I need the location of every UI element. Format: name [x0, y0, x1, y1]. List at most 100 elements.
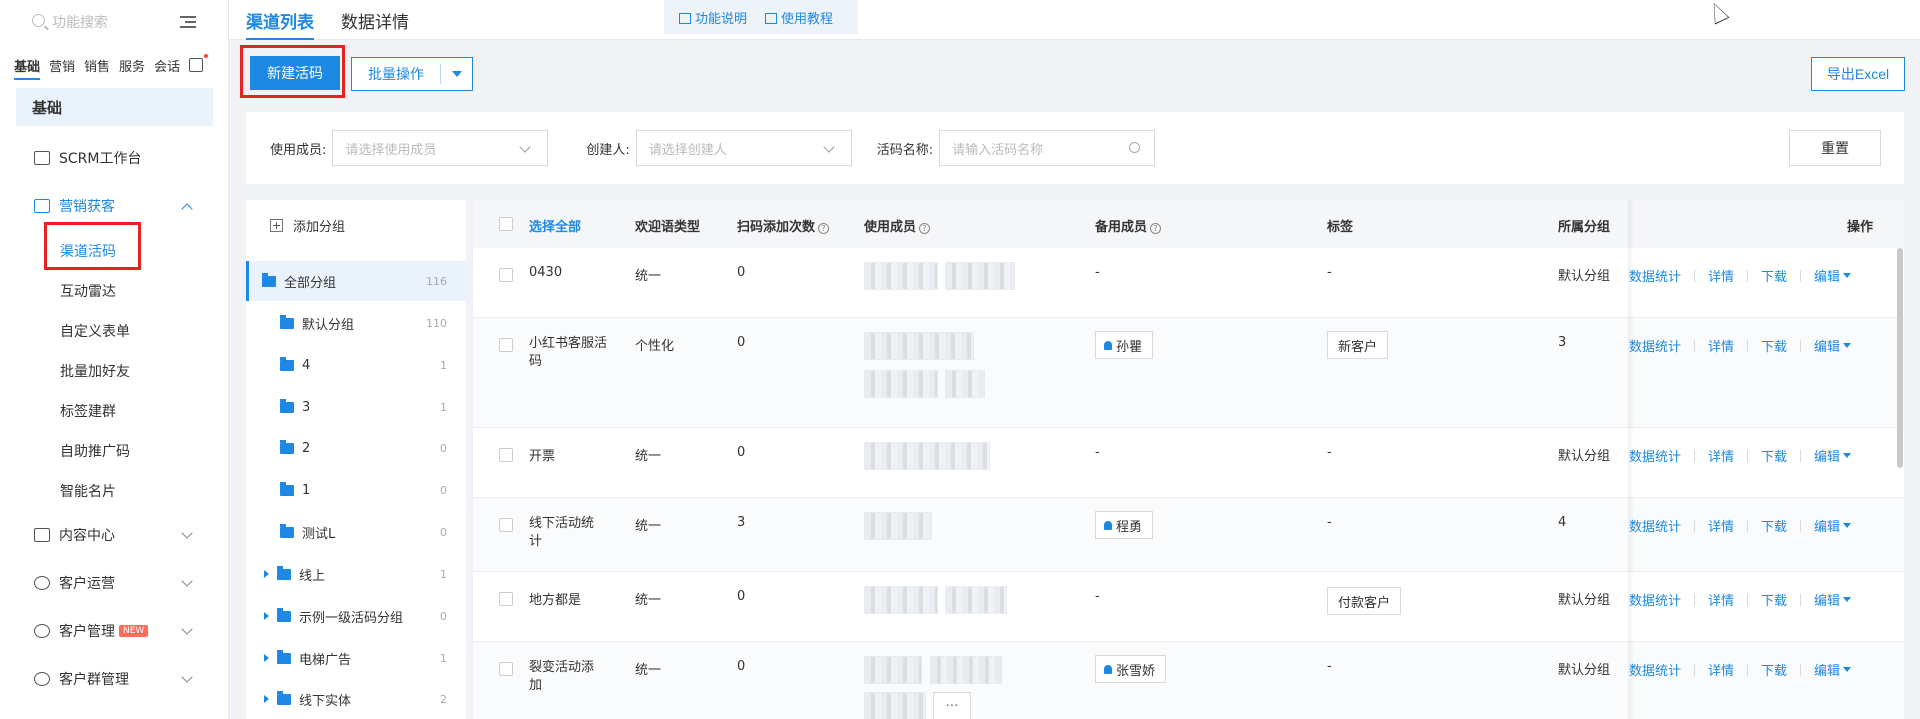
download-link[interactable]: 下载: [1761, 516, 1787, 535]
more-members-button[interactable]: ...: [933, 692, 971, 719]
name-input[interactable]: 请输入活码名称: [939, 130, 1156, 166]
group-item[interactable]: 3 1: [246, 387, 466, 427]
batch-ops-button[interactable]: 批量操作: [351, 57, 473, 91]
sidebar-item-customer-mgmt[interactable]: 客户管理 NEW: [34, 621, 149, 641]
caret-down-icon[interactable]: [452, 71, 462, 77]
group-item[interactable]: 线上 1: [246, 554, 466, 594]
question-icon[interactable]: ?: [919, 223, 931, 234]
vertical-scrollbar[interactable]: [1897, 248, 1903, 468]
edit-link[interactable]: 编辑: [1814, 590, 1840, 609]
caret-down-icon[interactable]: [1843, 523, 1852, 528]
stats-link[interactable]: 数据统计: [1629, 266, 1681, 285]
stats-link[interactable]: 数据统计: [1629, 660, 1681, 679]
search-input[interactable]: 功能搜索: [52, 12, 108, 32]
caret-down-icon[interactable]: [1843, 597, 1852, 602]
sidebar-item-content[interactable]: 内容中心: [34, 525, 115, 545]
sub-item-radar[interactable]: 互动雷达: [60, 281, 116, 301]
sidebar-item-marketing[interactable]: 营销获客: [34, 196, 115, 216]
detail-link[interactable]: 详情: [1708, 446, 1734, 465]
tab-sales[interactable]: 销售: [84, 56, 110, 80]
sub-item-tag-group[interactable]: 标签建群: [60, 401, 116, 421]
group-item[interactable]: 全部分组 116: [246, 261, 466, 301]
chevron-up-icon[interactable]: [181, 203, 193, 215]
add-group-button[interactable]: 添加分组: [270, 216, 345, 235]
detail-link[interactable]: 详情: [1708, 590, 1734, 609]
download-link[interactable]: 下载: [1761, 266, 1787, 285]
export-excel-button[interactable]: 导出Excel: [1811, 57, 1905, 91]
question-icon[interactable]: ?: [818, 223, 830, 234]
member-select[interactable]: 请选择使用成员: [332, 130, 549, 166]
sub-item-card[interactable]: 智能名片: [60, 481, 116, 501]
detail-link[interactable]: 详情: [1708, 266, 1734, 285]
tab-basic[interactable]: 基础: [14, 56, 41, 80]
caret-right-icon[interactable]: [264, 612, 269, 620]
select-all-dropdown[interactable]: 选择全部: [529, 216, 581, 235]
row-checkbox[interactable]: [499, 518, 513, 532]
tab-channel-list[interactable]: 渠道列表: [246, 8, 314, 41]
sub-item-promo-code[interactable]: 自助推广码: [60, 441, 130, 461]
tab-data-detail[interactable]: 数据详情: [341, 8, 409, 33]
row-checkbox[interactable]: [499, 268, 513, 282]
tab-service[interactable]: 服务: [119, 56, 145, 80]
chevron-down-icon[interactable]: [181, 575, 193, 587]
menu-collapse-icon[interactable]: [180, 16, 196, 28]
group-item[interactable]: 电梯广告 1: [246, 638, 466, 678]
header-backup: 备用成员?: [1095, 216, 1162, 235]
detail-link[interactable]: 详情: [1708, 516, 1734, 535]
code-name: 地方都是: [529, 593, 582, 608]
caret-down-icon[interactable]: [1843, 453, 1852, 458]
caret-down-icon[interactable]: [1843, 667, 1852, 672]
download-link[interactable]: 下载: [1761, 336, 1787, 355]
chevron-down-icon[interactable]: [181, 527, 193, 539]
row-checkbox[interactable]: [499, 448, 513, 462]
caret-right-icon[interactable]: [264, 570, 269, 578]
stats-link[interactable]: 数据统计: [1629, 590, 1681, 609]
stats-link[interactable]: 数据统计: [1629, 516, 1681, 535]
group-item[interactable]: 测试L 0: [246, 512, 466, 552]
edit-link[interactable]: 编辑: [1814, 660, 1840, 679]
edit-link[interactable]: 编辑: [1814, 446, 1840, 465]
creator-select[interactable]: 请选择创建人: [635, 130, 852, 166]
caret-down-icon[interactable]: [1843, 343, 1852, 348]
chevron-down-icon[interactable]: [181, 623, 193, 635]
select-all-checkbox[interactable]: [499, 217, 513, 231]
group-item[interactable]: 线下实体 2: [246, 679, 466, 719]
group-item[interactable]: 4 1: [246, 345, 466, 385]
sidebar-item-group-mgmt[interactable]: 客户群管理: [34, 669, 129, 689]
reset-button[interactable]: 重置: [1789, 130, 1881, 166]
divider: [1800, 663, 1802, 676]
row-checkbox[interactable]: [499, 592, 513, 606]
help-function-link[interactable]: 功能说明: [679, 8, 747, 27]
tab-chat[interactable]: 会话: [154, 56, 180, 80]
edit-link[interactable]: 编辑: [1814, 266, 1840, 285]
stats-link[interactable]: 数据统计: [1629, 446, 1681, 465]
detail-link[interactable]: 详情: [1708, 336, 1734, 355]
download-link[interactable]: 下载: [1761, 446, 1787, 465]
question-icon[interactable]: ?: [1150, 223, 1162, 234]
sub-item-batch-add[interactable]: 批量加好友: [60, 361, 130, 381]
download-link[interactable]: 下载: [1761, 660, 1787, 679]
row-checkbox[interactable]: [499, 338, 513, 352]
group-item[interactable]: 示例一级活码分组 0: [246, 596, 466, 636]
help-tutorial-link[interactable]: 使用教程: [765, 8, 833, 27]
sidebar-item-customer-ops[interactable]: 客户运营: [34, 573, 115, 593]
backup-member: -: [1095, 265, 1100, 280]
edit-link[interactable]: 编辑: [1814, 516, 1840, 535]
group-item[interactable]: 2 0: [246, 428, 466, 468]
detail-link[interactable]: 详情: [1708, 660, 1734, 679]
stats-link[interactable]: 数据统计: [1629, 336, 1681, 355]
section-header[interactable]: 基础: [16, 88, 213, 126]
chevron-down-icon[interactable]: [181, 671, 193, 683]
tab-marketing[interactable]: 营销: [49, 56, 75, 80]
group-item[interactable]: 默认分组 110: [246, 303, 466, 343]
edit-link[interactable]: 编辑: [1814, 336, 1840, 355]
caret-down-icon[interactable]: [1843, 273, 1852, 278]
row-checkbox[interactable]: [499, 662, 513, 676]
cube-icon[interactable]: [189, 54, 209, 72]
caret-right-icon[interactable]: [264, 695, 269, 703]
caret-right-icon[interactable]: [264, 654, 269, 662]
sidebar-item-scrm[interactable]: SCRM工作台: [34, 148, 141, 168]
download-link[interactable]: 下载: [1761, 590, 1787, 609]
group-item[interactable]: 1 0: [246, 470, 466, 510]
sub-item-custom-form[interactable]: 自定义表单: [60, 321, 130, 341]
